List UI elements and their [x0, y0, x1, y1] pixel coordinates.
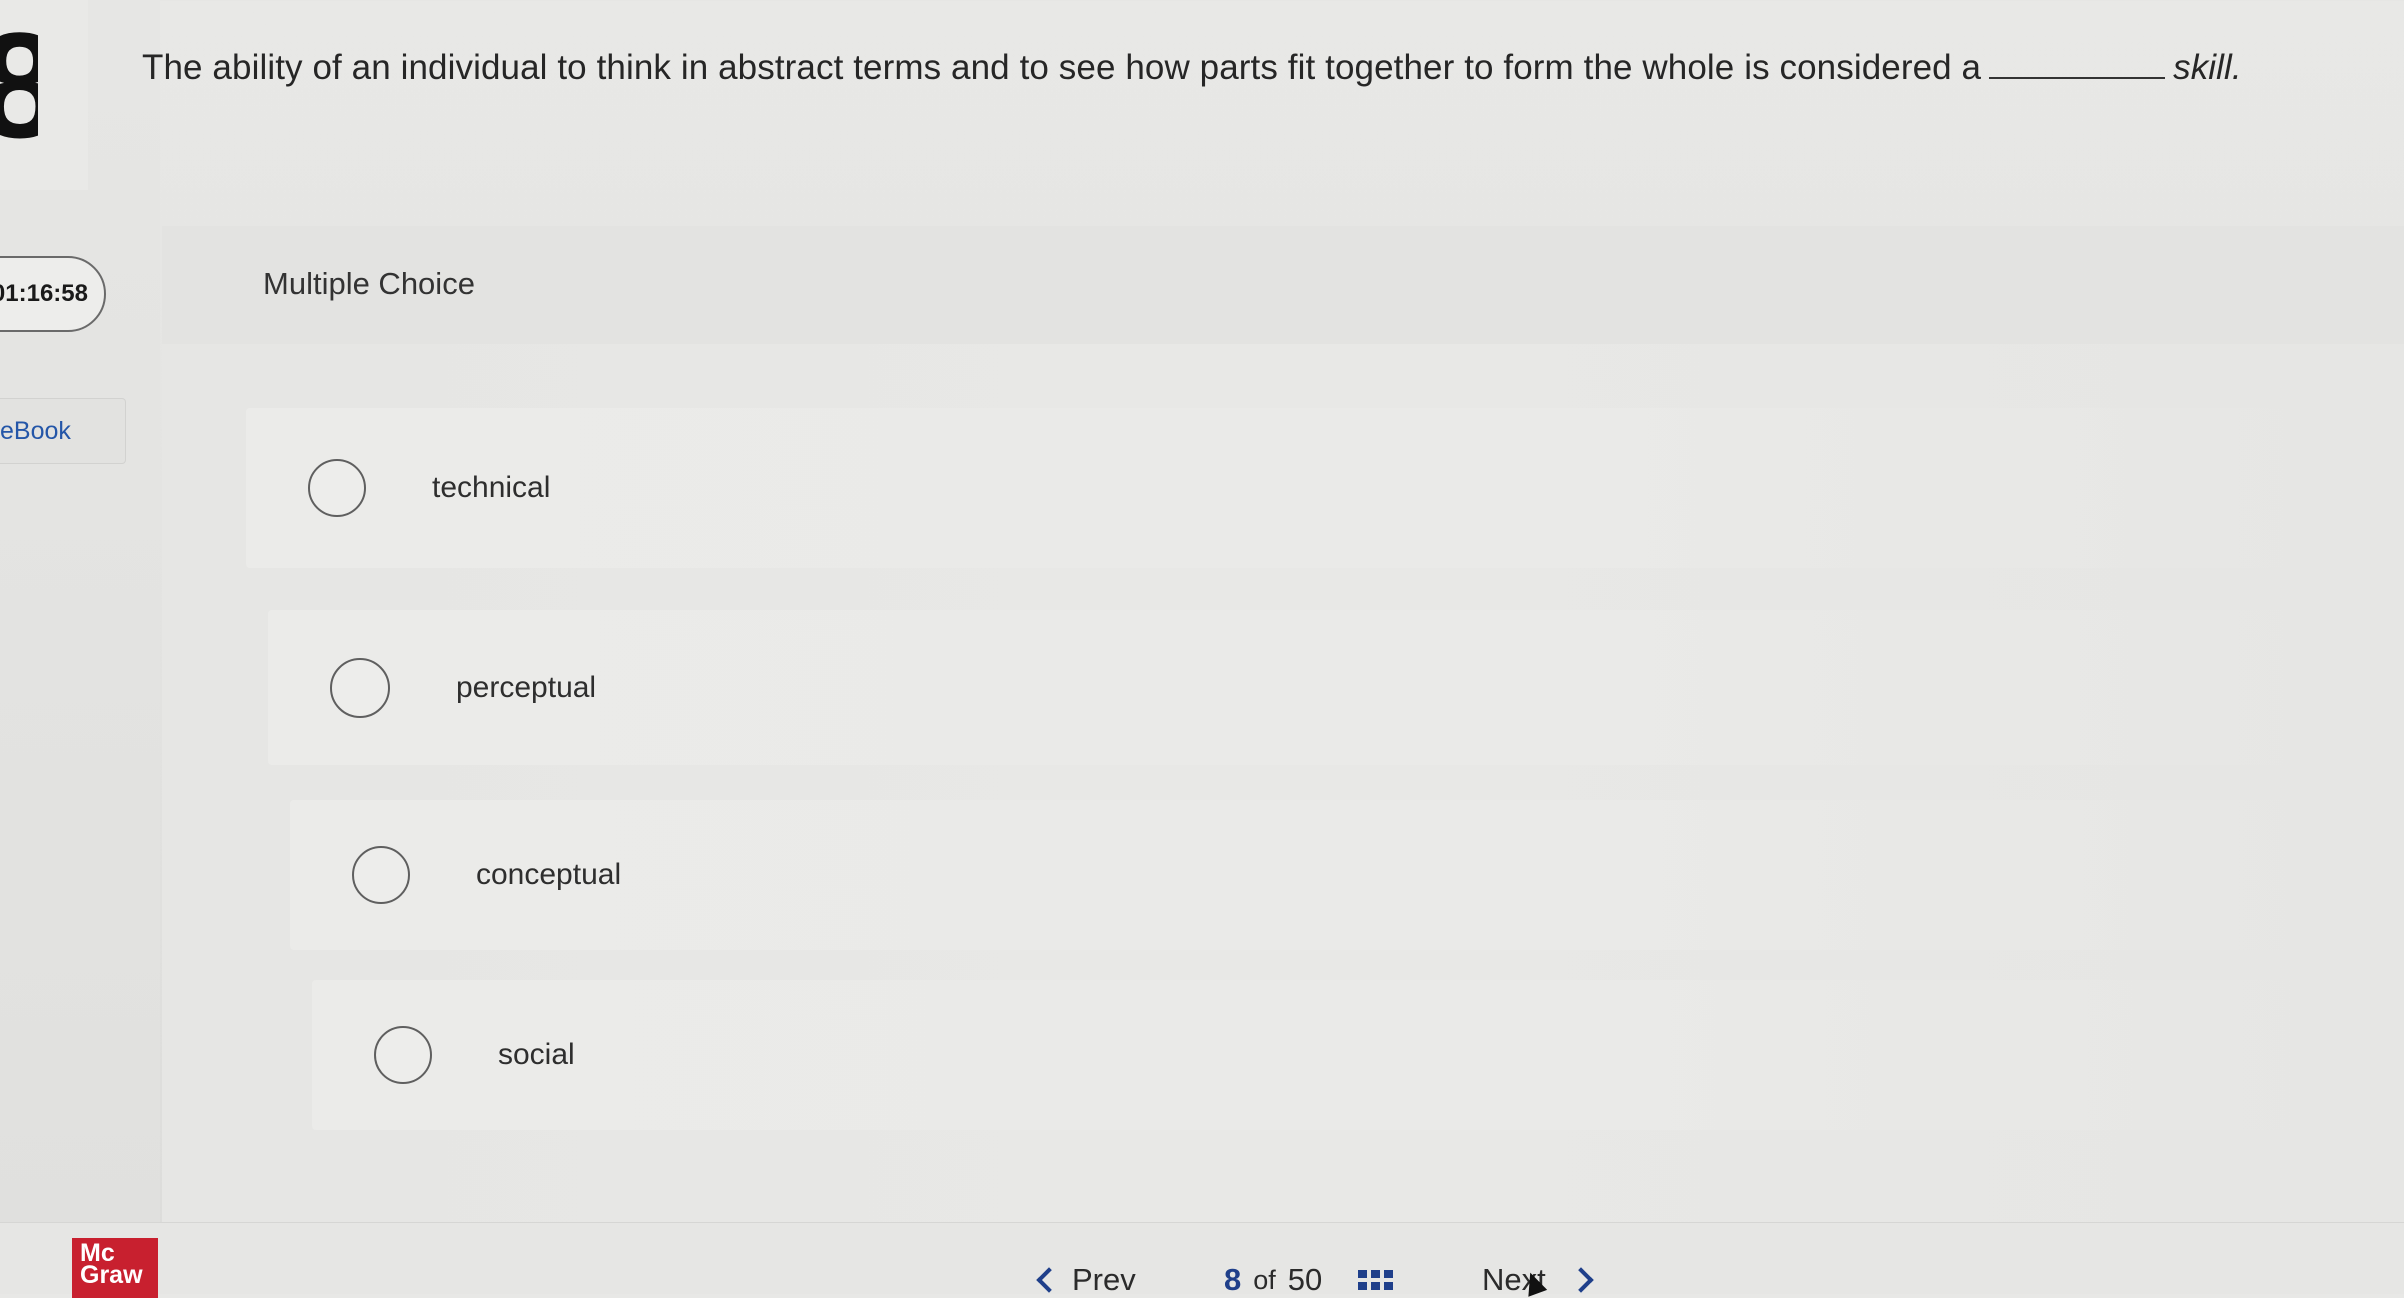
option-label: perceptual — [456, 670, 597, 704]
radio-icon[interactable] — [308, 459, 366, 517]
footer-bar — [0, 1222, 2404, 1294]
option-conceptual[interactable]: conceptual — [290, 800, 2396, 950]
radio-icon[interactable] — [330, 657, 390, 718]
chevron-right-icon — [1568, 1267, 1594, 1293]
of-label: of — [1253, 1264, 1276, 1295]
question-text-after: skill. — [2173, 48, 2242, 87]
question-text-before: The ability of an individual to think in… — [142, 48, 1982, 87]
radio-icon[interactable] — [374, 1026, 432, 1084]
option-label: technical — [432, 471, 551, 504]
option-label: social — [498, 1038, 575, 1071]
answer-blank — [1989, 51, 2166, 79]
question-text: The ability of an individual to think in… — [142, 48, 2242, 88]
chevron-left-icon — [1036, 1267, 1062, 1293]
choice-header-band — [162, 226, 2404, 344]
option-perceptual[interactable]: perceptual — [268, 610, 2396, 765]
option-social[interactable]: social — [312, 980, 2396, 1130]
choice-type-label: Multiple Choice — [263, 266, 475, 301]
question-number: 8 — [0, 10, 38, 140]
question-number-box: 8 — [0, 0, 88, 190]
mcgraw-logo: Mc Graw — [72, 1238, 158, 1298]
option-technical[interactable]: technical — [246, 408, 2396, 568]
ebook-link[interactable]: eBook — [0, 398, 126, 464]
grid-icon[interactable] — [1358, 1270, 1394, 1290]
option-label: conceptual — [476, 858, 622, 891]
radio-icon[interactable] — [352, 846, 410, 904]
logo-line-2: Graw — [80, 1261, 143, 1289]
timer[interactable]: 01:16:58 — [0, 256, 106, 332]
left-gutter — [0, 0, 160, 1293]
